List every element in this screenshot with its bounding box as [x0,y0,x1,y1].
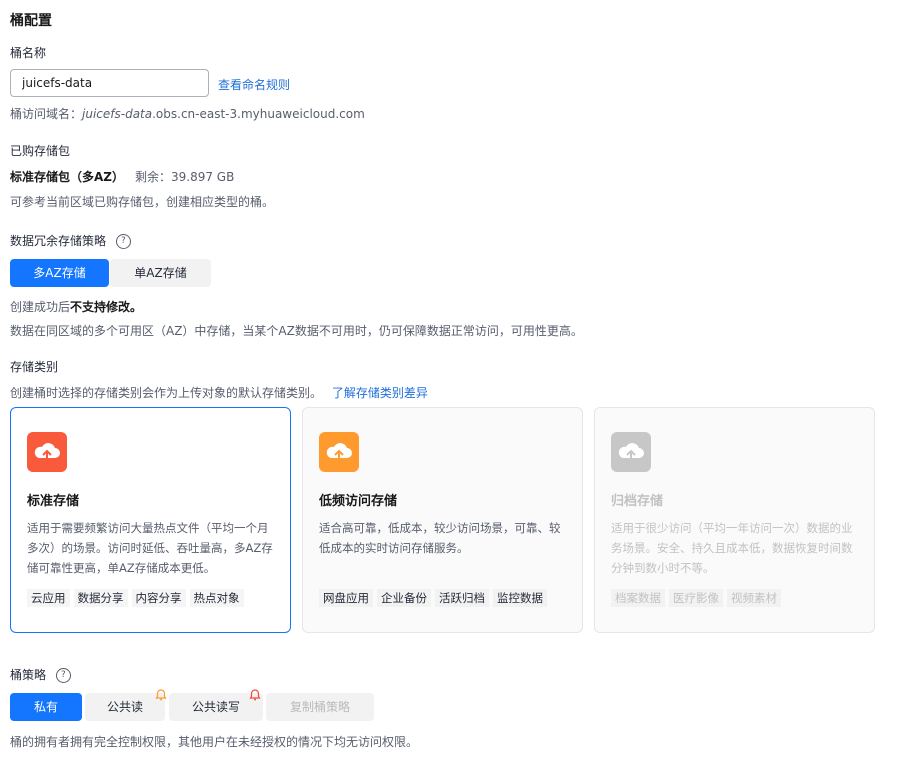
cloud-upload-icon [319,432,359,472]
storage-class-diff-link[interactable]: 了解存储类别差异 [332,386,428,400]
policy-private-option[interactable]: 私有 [10,693,82,721]
storage-card-tags: 档案数据 医疗影像 视频素材 [611,589,781,607]
storage-card-desc: 适用于很少访问（平均一年访问一次）数据的业务场景。安全、持久且成本低，数据恢复时… [611,521,853,575]
tag: 云应用 [27,589,70,607]
storage-card-infrequent[interactable]: 低频访问存储 适合高可靠，低成本，较少访问场景，可靠、较低成本的实时访问存储服务… [302,407,583,633]
help-icon[interactable]: ? [115,234,131,249]
bucket-domain-prefix: 桶访问域名： [10,107,83,121]
tag: 视频素材 [727,589,781,607]
bucket-domain-suffix: .obs.cn-east-3.myhuaweicloud.com [152,107,365,121]
bucket-policy-label-text: 桶策略 [10,668,47,682]
storage-card-desc: 适用于需要频繁访问大量热点文件（平均一个月多次）的场景。访问时延低、吞吐量高，多… [27,521,273,575]
storage-card-desc: 适合高可靠，低成本，较少访问场景，可靠、较低成本的实时访问存储服务。 [319,521,561,555]
multi-az-option[interactable]: 多AZ存储 [10,259,109,287]
redundancy-note-bold: 不支持修改。 [70,300,143,314]
naming-rules-link[interactable]: 查看命名规则 [218,76,290,93]
storage-card-standard[interactable]: 标准存储 适用于需要频繁访问大量热点文件（平均一个月多次）的场景。访问时延低、吞… [10,407,291,633]
redundancy-description: 数据在同区域的多个可用区（AZ）中存储，当某个AZ数据不可用时，仍可保障数据正常… [10,324,583,338]
tag: 企业备份 [377,589,431,607]
tag: 热点对象 [189,589,244,607]
storage-card-tags: 云应用 数据分享 内容分享 热点对象 [27,589,244,607]
policy-public-read-option[interactable]: 公共读 [85,693,165,721]
storage-package-remaining: 剩余：39.897 GB [135,170,235,184]
storage-package-hint: 可参考当前区域已购存储包，创建相应类型的桶。 [10,195,275,209]
page-title: 桶配置 [10,13,52,29]
bucket-domain-bucket: juicefs-data [82,107,153,121]
tag: 档案数据 [611,589,665,607]
storage-class-hint: 创建桶时选择的存储类别会作为上传对象的默认存储类别。 了解存储类别差异 [10,384,428,401]
storage-package-label: 已购存储包 [10,144,71,158]
storage-card-title: 归档存储 [611,494,664,509]
redundancy-label: 数据冗余存储策略 ? [10,232,131,249]
storage-class-hint-text: 创建桶时选择的存储类别会作为上传对象的默认存储类别。 [10,386,323,400]
bell-warning-icon [249,689,261,701]
tag: 网盘应用 [319,589,373,607]
storage-package-name: 标准存储包（多AZ） [10,170,124,184]
tag: 监控数据 [493,589,547,607]
tag: 医疗影像 [669,589,723,607]
single-az-option[interactable]: 单AZ存储 [110,259,211,287]
copy-bucket-policy-option[interactable]: 复制桶策略 [266,693,374,721]
help-icon[interactable]: ? [55,668,71,683]
storage-card-title: 低频访问存储 [319,494,398,509]
tag: 内容分享 [131,589,186,607]
storage-class-label: 存储类别 [10,360,59,374]
cloud-upload-icon [611,432,651,472]
cloud-upload-icon [27,432,67,472]
redundancy-toggle: 多AZ存储 单AZ存储 [10,259,211,287]
redundancy-note-prefix: 创建成功后 [10,300,71,314]
bell-warning-icon [155,689,167,701]
storage-card-tags: 网盘应用 企业备份 活跃归档 监控数据 [319,589,547,607]
bucket-policy-label: 桶策略 ? [10,666,71,683]
redundancy-label-text: 数据冗余存储策略 [10,234,107,248]
bucket-name-label: 桶名称 [10,46,47,60]
bucket-domain: 桶访问域名：juicefs-data.obs.cn-east-3.myhuawe… [10,105,365,122]
storage-card-archive[interactable]: 归档存储 适用于很少访问（平均一年访问一次）数据的业务场景。安全、持久且成本低，… [594,407,875,633]
bucket-policy-toggle: 私有 公共读 公共读写 复制桶策略 [10,689,374,721]
tag: 数据分享 [73,589,128,607]
bucket-name-input[interactable] [10,69,209,97]
tag: 活跃归档 [435,589,489,607]
storage-card-title: 标准存储 [27,494,80,509]
redundancy-note: 创建成功后不支持修改。 [10,298,142,315]
bucket-policy-description: 桶的拥有者拥有完全控制权限，其他用户在未经授权的情况下均无访问权限。 [10,735,419,749]
